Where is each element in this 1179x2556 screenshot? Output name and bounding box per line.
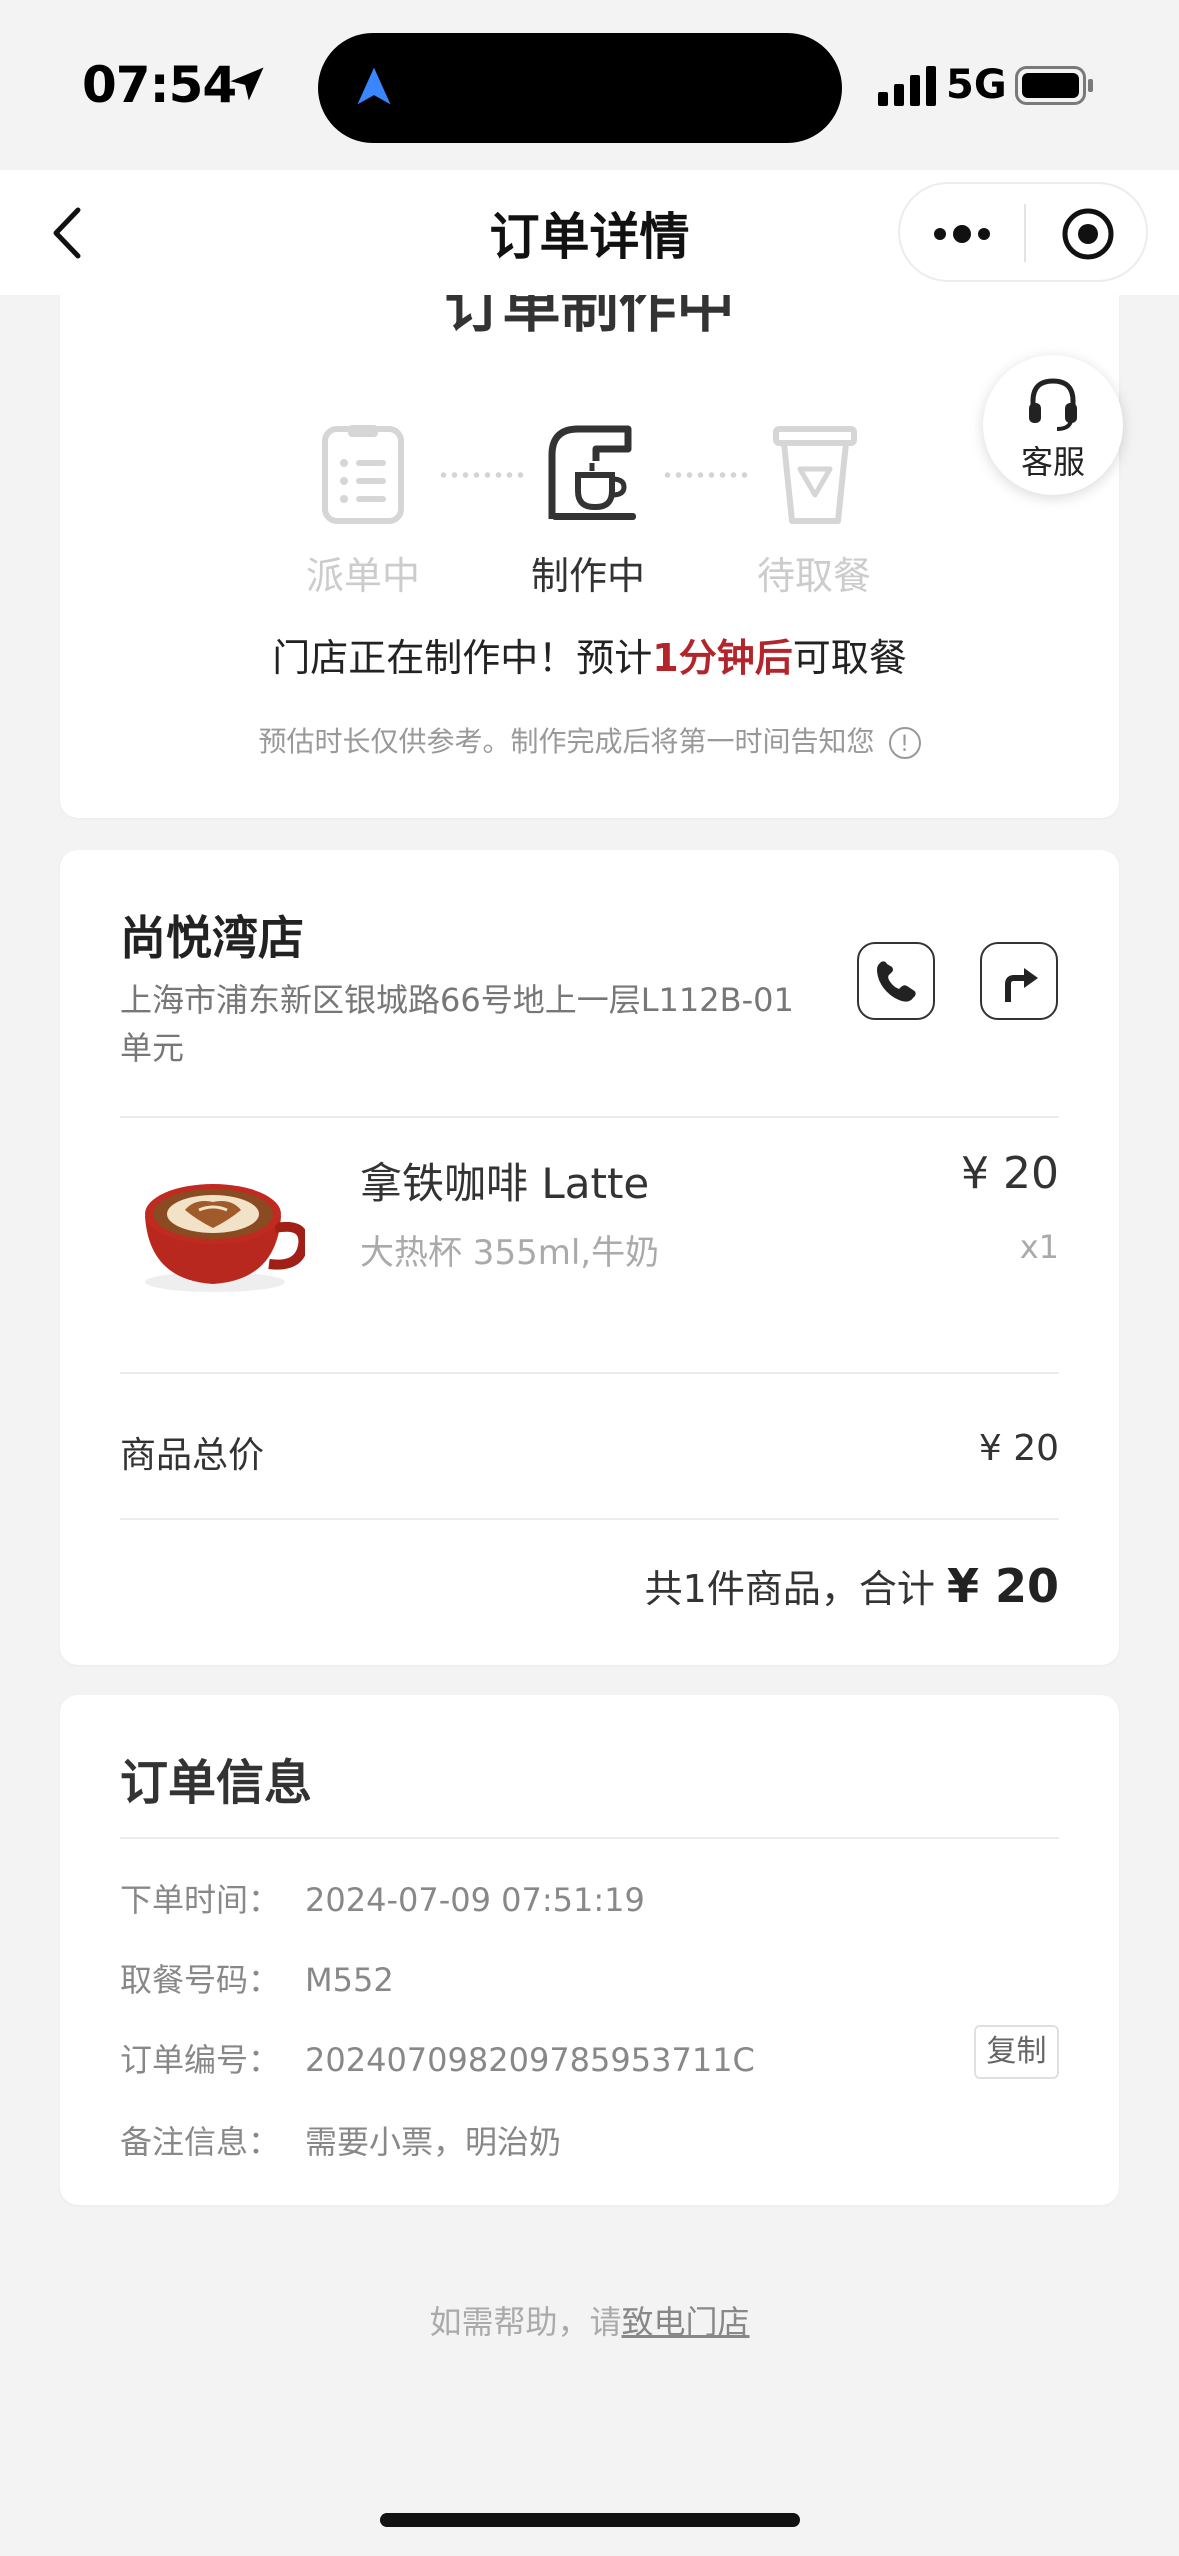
signal-bars-icon [878, 66, 936, 106]
headset-icon [1029, 378, 1077, 431]
subtotal-value: ¥ 20 [978, 1428, 1059, 1469]
info-key: 下单时间： [120, 1881, 281, 1919]
help-prefix: 如需帮助，请 [429, 2303, 622, 2341]
divider [120, 1518, 1059, 1520]
network-type: 5G [946, 62, 1007, 108]
customer-service-button[interactable]: 客服 [983, 355, 1123, 495]
more-dots-icon[interactable] [930, 212, 994, 256]
info-value: 2024-07-09 07:51:19 [305, 1881, 645, 1919]
battery-icon [1015, 66, 1093, 105]
info-row-remark: 备注信息： 需要小票，明治奶 [120, 2117, 561, 2163]
eta-hint-text: 预估时长仅供参考。制作完成后将第一时间告知您 [258, 725, 875, 758]
dynamic-island [318, 33, 842, 143]
info-value: M552 [305, 1961, 394, 1999]
customer-service-label: 客服 [1020, 443, 1085, 481]
store-address: 上海市浦东新区银城路66号地上一层L112B-01单元 [120, 981, 794, 1067]
info-key: 取餐号码： [120, 1961, 281, 1999]
status-time: 07:54 [82, 56, 237, 114]
call-store-link[interactable]: 致电门店 [622, 2303, 750, 2341]
product-price: ¥ 20 [961, 1148, 1059, 1199]
nav-bar: 订单详情 [0, 170, 1179, 295]
product-spec: 大热杯 355ml,牛奶 [360, 1233, 660, 1273]
latte-cup-image [145, 1184, 305, 1292]
help-text: 如需帮助，请致电门店 [0, 2297, 1179, 2343]
subtotal-label: 商品总价 [120, 1435, 265, 1476]
order-total: 共1件商品，合计 ¥ 20 [645, 1558, 1059, 1613]
route-arrow-icon [1005, 968, 1038, 1002]
order-progress-card: 订单制作中 派单中 制作中 待取餐 门店正在制作中！预计1分钟后可取餐 预估时长… [60, 295, 1119, 818]
step-connector [438, 472, 526, 478]
target-close-icon[interactable] [1060, 206, 1116, 262]
info-key: 备注信息： [120, 2123, 281, 2161]
divider [120, 1837, 1059, 1839]
coffee-machine-icon [548, 425, 636, 520]
status-suffix: 可取餐 [792, 636, 907, 680]
status-bar: 07:54 5G [0, 0, 1179, 170]
info-value: 20240709820978595371​1C [305, 2041, 755, 2079]
step-label-making: 制作中 [530, 554, 645, 598]
store-order-card: 尚悦湾店 上海市浦东新区银城路66号地上一层L112B-01单元 拿铁咖啡 La… [60, 850, 1119, 1665]
total-prefix: 共1件商品，合计 [644, 1567, 935, 1611]
status-eta: 1分钟后 [652, 636, 793, 680]
step-label-pickup: 待取餐 [756, 554, 871, 598]
status-prefix: 门店正在制作中！预计 [272, 636, 653, 680]
capsule-divider [1024, 204, 1026, 262]
step-connector [662, 472, 750, 478]
product-name: 拿铁咖啡 Latte [360, 1159, 650, 1208]
total-amount: ¥ 20 [946, 1559, 1059, 1613]
clipboard-list-icon [322, 425, 404, 524]
info-row-order-time: 下单时间： 2024-07-09 07:51:19 [120, 1875, 645, 1921]
step-label-dispatch: 派单中 [305, 554, 420, 598]
info-row-pickup-code: 取餐号码： M552 [120, 1955, 394, 2001]
order-info-title: 订单信息 [120, 1755, 313, 1811]
mini-program-capsule [898, 182, 1148, 282]
making-status: 门店正在制作中！预计1分钟后可取餐 [60, 627, 1119, 682]
takeaway-cup-icon [773, 426, 857, 524]
product-quantity: x1 [1019, 1228, 1059, 1266]
eta-hint: 预估时长仅供参考。制作完成后将第一时间告知您! [60, 720, 1119, 760]
home-indicator[interactable] [380, 2513, 800, 2527]
navigation-arrow-icon [357, 67, 391, 105]
info-row-order-number: 订单编号： 20240709820978595371​1C [120, 2035, 755, 2081]
divider [120, 1372, 1059, 1374]
info-key: 订单编号： [120, 2041, 281, 2079]
info-icon[interactable]: ! [888, 727, 921, 759]
call-store-button[interactable] [857, 942, 935, 1020]
store-name: 尚悦湾店 [120, 911, 304, 965]
order-info-card: 订单信息 下单时间： 2024-07-09 07:51:19 取餐号码： M552 … [60, 1695, 1119, 2205]
navigate-store-button[interactable] [980, 942, 1058, 1020]
location-arrow-icon [230, 67, 264, 101]
progress-title: 订单制作中 [444, 295, 735, 340]
phone-icon [877, 961, 916, 1002]
info-value: 需要小票，明治奶 [305, 2123, 562, 2161]
divider [120, 1116, 1059, 1118]
copy-order-number-button[interactable]: 复制 [974, 2025, 1059, 2079]
